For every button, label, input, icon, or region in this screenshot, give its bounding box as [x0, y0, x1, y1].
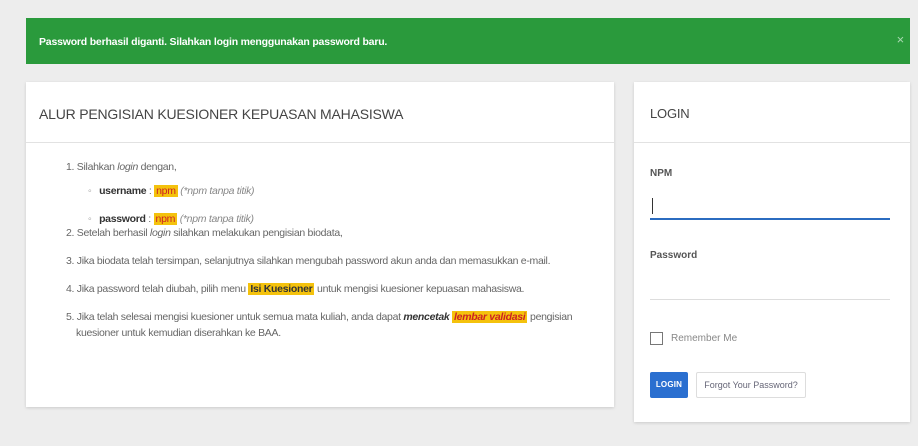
- isi-kuesioner-highlight: Isi Kuesioner: [248, 283, 315, 295]
- instructions-card: ALUR PENGISIAN KUESIONER KEPUASAN MAHASI…: [26, 82, 614, 407]
- step-1: 1. Silahkan login dengan, ◦ username : n…: [66, 159, 614, 225]
- step-3: 3. Jika biodata telah tersimpan, selanju…: [66, 255, 551, 267]
- step-2: 2. Setelah berhasil login silahkan melak…: [66, 227, 343, 239]
- lembar-validasi-highlight: lembar validasi: [452, 311, 528, 323]
- username-item: ◦ username : npm (*npm tanpa titik): [88, 185, 255, 197]
- login-card: LOGIN NPM Password Remember Me LOGIN For…: [634, 82, 910, 422]
- bullet-icon: ◦: [88, 213, 92, 225]
- step-4: 4. Jika password telah diubah, pilih men…: [66, 283, 525, 295]
- remember-label: Remember Me: [671, 333, 738, 344]
- close-icon[interactable]: ×: [897, 32, 905, 47]
- alert-message: Password berhasil diganti. Silahkan logi…: [39, 36, 388, 48]
- bullet-icon: ◦: [88, 185, 92, 197]
- instructions-title: ALUR PENGISIAN KUESIONER KEPUASAN MAHASI…: [26, 82, 614, 143]
- steps-list: 1. Silahkan login dengan, ◦ username : n…: [66, 159, 614, 341]
- forgot-password-button[interactable]: Forgot Your Password?: [696, 372, 806, 398]
- npm-input[interactable]: [650, 194, 890, 220]
- text-cursor: [652, 198, 653, 214]
- remember-checkbox[interactable]: [650, 332, 663, 345]
- password-input[interactable]: [650, 274, 890, 300]
- success-alert: Password berhasil diganti. Silahkan logi…: [26, 18, 910, 64]
- password-label: Password: [650, 250, 698, 261]
- login-button[interactable]: LOGIN: [650, 372, 688, 398]
- login-title: LOGIN: [634, 82, 910, 143]
- npm-label: NPM: [650, 168, 673, 179]
- remember-me[interactable]: Remember Me: [650, 332, 737, 345]
- step-5: 5. Jika telah selesai mengisi kuesioner …: [66, 311, 573, 339]
